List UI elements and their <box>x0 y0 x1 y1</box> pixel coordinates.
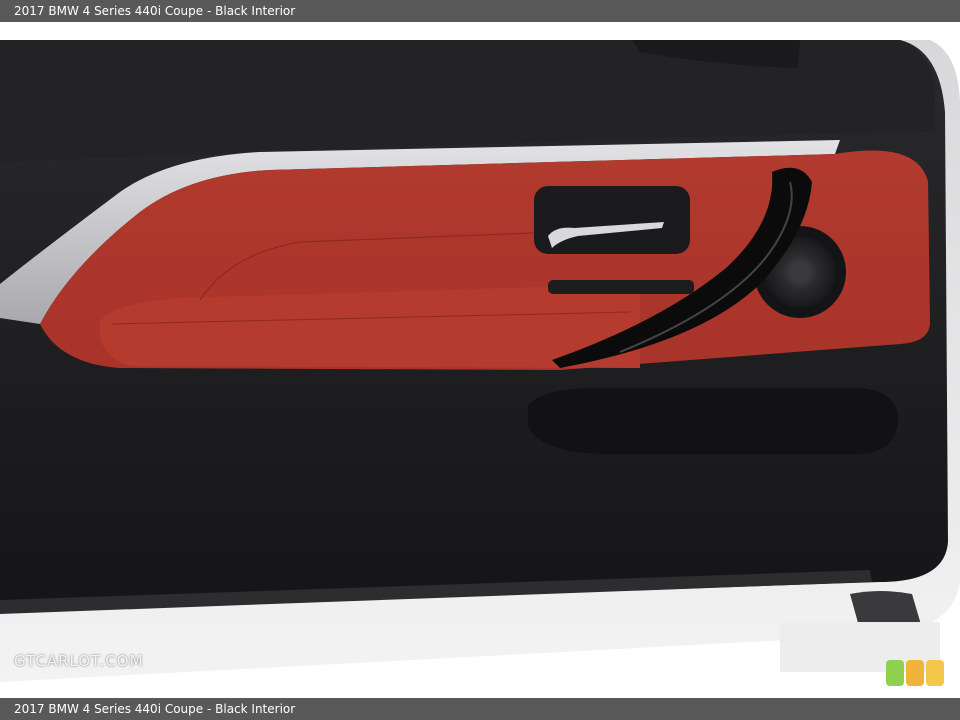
window-switch-icon <box>548 280 694 294</box>
door-handle-icon <box>534 186 690 254</box>
door-pocket <box>528 388 899 454</box>
rating-badge-icon <box>886 660 944 686</box>
watermark: GTCARLOT.COM <box>14 652 144 670</box>
caption-bar: 2017 BMW 4 Series 440i Coupe - Black Int… <box>0 698 960 720</box>
page-caption: 2017 BMW 4 Series 440i Coupe - Black Int… <box>14 702 296 716</box>
door-panel-illustration <box>0 40 960 682</box>
title-bar: 2017 BMW 4 Series 440i Coupe - Black Int… <box>0 0 960 22</box>
speaker-cap <box>790 262 810 282</box>
car-photo <box>0 22 960 698</box>
page-title: 2017 BMW 4 Series 440i Coupe - Black Int… <box>14 4 296 18</box>
